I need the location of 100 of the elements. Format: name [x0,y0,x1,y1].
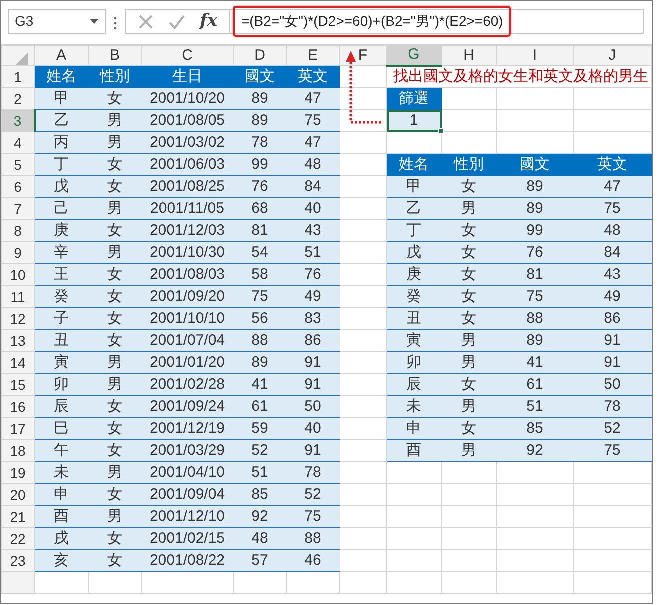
column-letter[interactable]: B [88,46,142,66]
row-number[interactable]: 7 [2,198,34,220]
row-number[interactable]: 17 [2,418,34,440]
column-letter[interactable]: C [142,46,234,66]
table-cell: 2001/03/29 [142,440,234,462]
table-cell: 81 [234,220,286,242]
table-cell: 89 [496,198,574,220]
table-cell: 75 [574,440,652,462]
row-number[interactable]: 8 [2,220,34,242]
table-cell: 85 [496,418,574,440]
column-letter[interactable]: J [574,46,652,66]
table-cell: 50 [574,374,652,396]
insert-function-button[interactable]: fx [200,8,218,34]
table-cell: 午 [34,440,88,462]
column-letter[interactable]: G [386,46,442,66]
row-number[interactable]: 13 [2,330,34,352]
table-cell: 85 [234,484,286,506]
table-cell: 女 [442,308,496,330]
table-cell: 89 [234,352,286,374]
table-cell: 76 [234,176,286,198]
selected-cell: 1 [386,110,442,132]
table-cell: 59 [234,418,286,440]
check-icon[interactable] [168,14,186,30]
table-cell: 乙 [386,198,442,220]
table-cell: 46 [286,550,340,572]
table-cell: 男 [88,462,142,484]
row-number[interactable]: 2 [2,88,34,110]
table-cell: 男 [88,110,142,132]
table-cell: 76 [286,264,340,286]
row-number[interactable]: 21 [2,506,34,528]
table-cell: 女 [442,286,496,308]
table-cell: 47 [286,88,340,110]
row-number[interactable]: 14 [2,352,34,374]
table-cell: 辰 [34,396,88,418]
name-box[interactable]: G3 [8,9,106,34]
note-text: 找出國文及格的女生和英文及格的男生 [386,66,652,88]
table-cell: 89 [496,176,574,198]
cancel-icon[interactable] [138,14,154,30]
table-cell: 女 [442,220,496,242]
table-cell: 癸 [386,286,442,308]
table-cell: 89 [234,88,286,110]
row-number[interactable]: 1 [2,66,34,88]
row-number[interactable]: 4 [2,132,34,154]
table-cell: 52 [234,440,286,462]
table-cell: 2001/04/10 [142,462,234,484]
row-number[interactable]: 11 [2,286,34,308]
column-letter[interactable]: A [34,46,88,66]
row-number[interactable]: 12 [2,308,34,330]
more-options-icon[interactable] [114,17,117,30]
table-cell: 83 [286,308,340,330]
table-cell: 甲 [386,176,442,198]
table-cell: 子 [34,308,88,330]
table-cell: 男 [442,352,496,374]
row-number[interactable]: 10 [2,264,34,286]
column-letter[interactable]: E [286,46,340,66]
table-cell: 庚 [34,220,88,242]
table-cell: 丑 [386,308,442,330]
table-cell: 女 [88,286,142,308]
table-cell: 43 [286,220,340,242]
table-cell: 女 [88,330,142,352]
table-cell: 女 [88,88,142,110]
table-cell: 女 [88,176,142,198]
table-cell: 86 [286,330,340,352]
table-cell: 辰 [386,374,442,396]
row-number[interactable]: 16 [2,396,34,418]
row-number[interactable]: 18 [2,440,34,462]
table-cell: 56 [234,308,286,330]
table-cell: 91 [286,440,340,462]
column-letter[interactable]: D [234,46,286,66]
table-cell: 女 [88,220,142,242]
row-number[interactable]: 23 [2,550,34,572]
table-cell: 男 [88,374,142,396]
table-cell: 2001/11/05 [142,198,234,220]
row-number[interactable]: 19 [2,462,34,484]
table-cell: 2001/09/20 [142,286,234,308]
table-cell: 89 [234,110,286,132]
table-cell: 女 [442,418,496,440]
table-cell: 75 [574,198,652,220]
row-number[interactable]: 15 [2,374,34,396]
row-number[interactable]: 3 [2,110,34,132]
table-cell: 酉 [386,440,442,462]
column-letter[interactable]: I [496,46,574,66]
table-cell: 2001/09/24 [142,396,234,418]
column-letter[interactable]: F [340,46,386,66]
table-cell: 亥 [34,550,88,572]
row-number[interactable]: 20 [2,484,34,506]
row-number[interactable]: 9 [2,242,34,264]
column-letter[interactable]: H [442,46,496,66]
row-number[interactable]: 6 [2,176,34,198]
dropdown-caret-icon [90,19,99,24]
table-cell: 51 [496,396,574,418]
table-cell: 43 [574,264,652,286]
table-cell: 王 [34,264,88,286]
table-cell: 40 [286,198,340,220]
row-number[interactable]: 5 [2,154,34,176]
table-cell: 女 [88,308,142,330]
table-cell: 男 [88,352,142,374]
table-cell: 乙 [34,110,88,132]
table-cell: 2001/07/04 [142,330,234,352]
row-number[interactable]: 22 [2,528,34,550]
